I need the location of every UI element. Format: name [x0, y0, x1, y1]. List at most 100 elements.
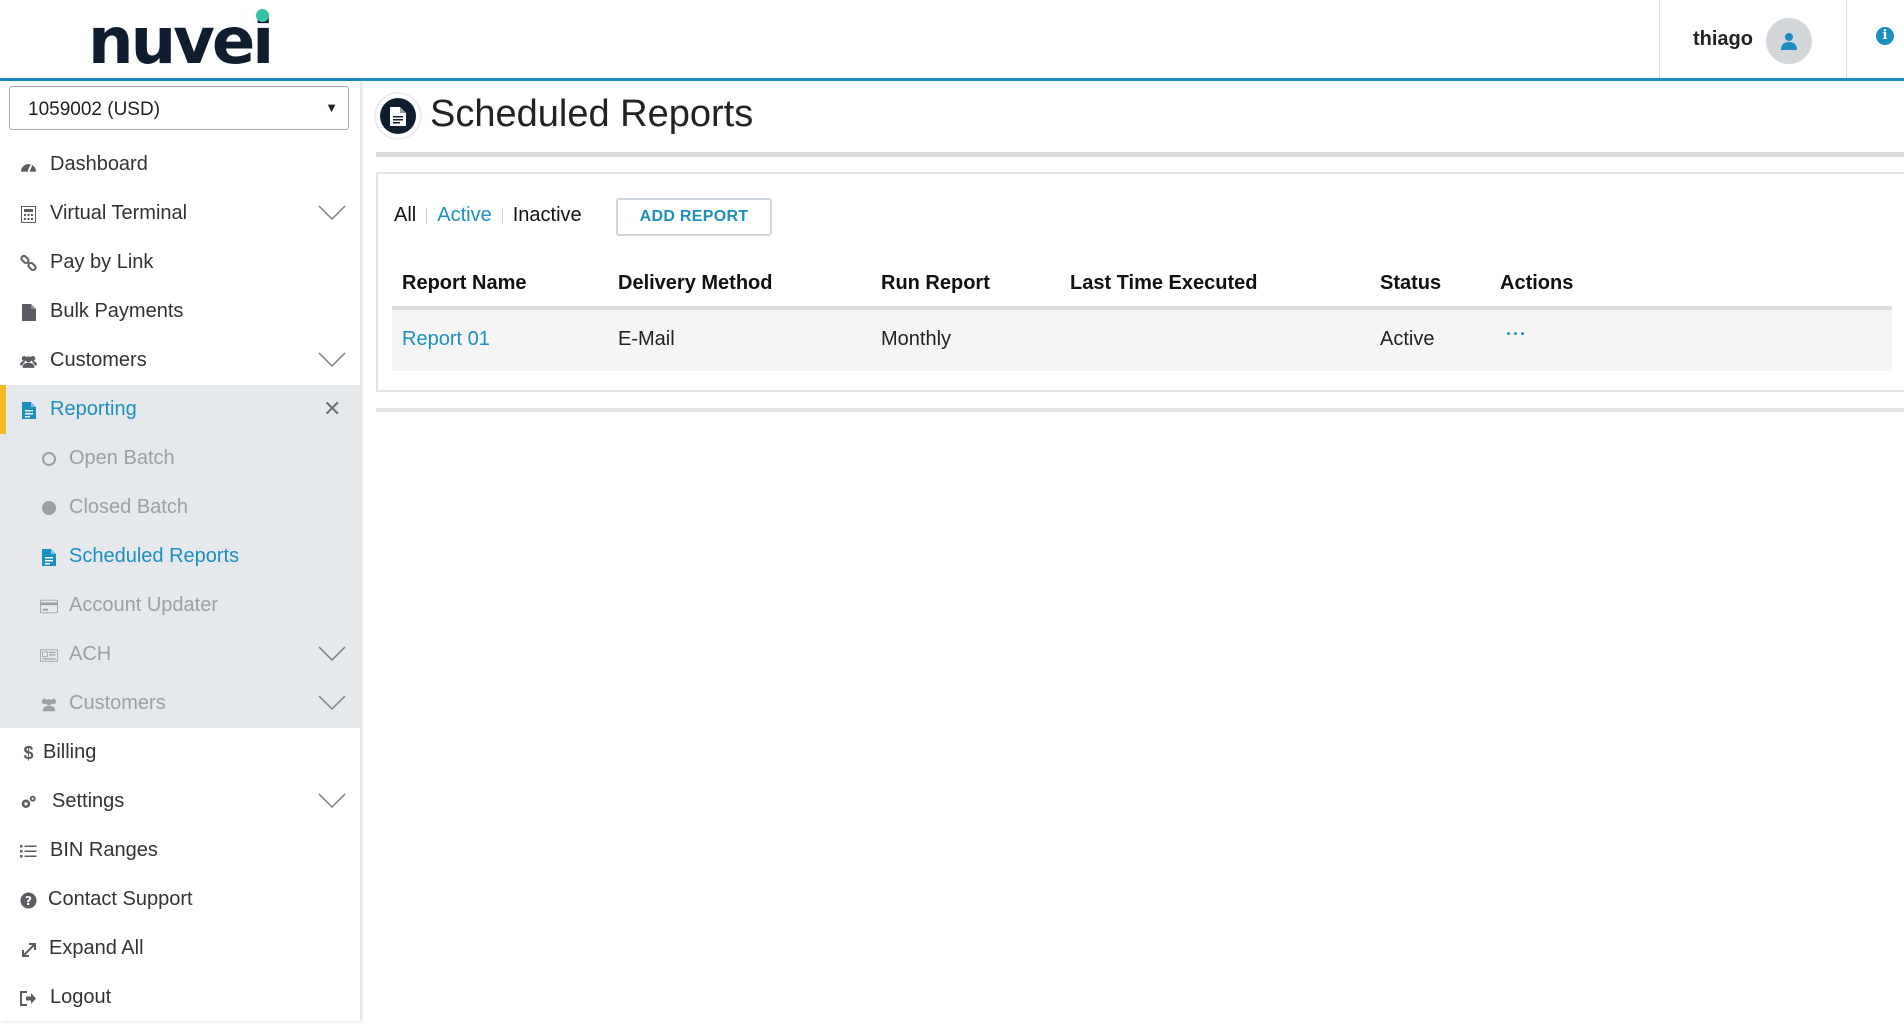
sidebar-item-virtual-terminal[interactable]: Virtual Terminal [0, 189, 360, 238]
account-select-value: 1059002 (USD) [28, 99, 161, 120]
report-name-link[interactable]: Report 01 [402, 328, 490, 351]
sidebar-item-label: BIN Ranges [50, 839, 158, 861]
link-icon [20, 255, 37, 272]
column-header[interactable]: Delivery Method [618, 272, 772, 295]
page-header: Scheduled Reports [376, 90, 1904, 158]
dashboard-icon [20, 157, 37, 174]
users-icon [20, 353, 37, 370]
chevron-down-icon[interactable] [318, 351, 346, 369]
account-select[interactable]: 1059002 (USD) ▼ [9, 86, 349, 130]
list-icon [20, 843, 37, 860]
sidebar-subitem-label: Customers [69, 692, 166, 714]
caret-down-icon: ▼ [325, 100, 338, 115]
run-report-cell: Monthly [881, 328, 952, 350]
dollar-icon: $ [23, 743, 34, 763]
sidebar-item-label: Billing [43, 741, 97, 763]
filter-all[interactable]: All [394, 204, 416, 227]
sidebar-item-pay-by-link[interactable]: Pay by Link [0, 238, 360, 287]
sidebar-nav: Dashboard Virtual Terminal Pay by Link B… [0, 140, 360, 1022]
sidebar-item-contact-support[interactable]: ? Contact Support [0, 875, 360, 924]
sidebar-item-label: Settings [52, 790, 125, 812]
report-icon [376, 94, 420, 138]
sidebar-item-label: Pay by Link [50, 251, 154, 273]
column-header[interactable]: Report Name [402, 272, 526, 295]
reporting-submenu: Open Batch Closed Batch Scheduled Report… [0, 434, 360, 728]
sidebar-item-label: Bulk Payments [50, 300, 184, 322]
chevron-down-icon[interactable] [318, 645, 346, 663]
sidebar-subitem-ach[interactable]: ACH [0, 630, 360, 679]
table-row: Report 01 E-Mail Monthly Active ··· [392, 310, 1892, 371]
sidebar-subitem-label: Open Batch [69, 447, 175, 469]
sidebar-item-label: Reporting [50, 398, 137, 420]
header-divider [376, 152, 1904, 157]
sidebar-item-label: Logout [50, 986, 112, 1008]
file-text-icon [40, 548, 58, 566]
more-actions-icon[interactable]: ··· [1506, 324, 1527, 345]
reports-table: Report Name Delivery Method Run Report L… [392, 262, 1892, 371]
sidebar-subitem-scheduled-reports[interactable]: Scheduled Reports [0, 532, 360, 581]
add-report-button[interactable]: ADD REPORT [616, 198, 772, 236]
status-cell: Active [1380, 328, 1435, 350]
column-header[interactable]: Status [1380, 272, 1441, 295]
column-header[interactable]: Run Report [881, 272, 990, 295]
top-bar: nuvei thiago i [0, 0, 1904, 81]
sidebar-item-label: Contact Support [48, 888, 193, 910]
sidebar-subitem-closed-batch[interactable]: Closed Batch [0, 483, 360, 532]
chevron-down-icon[interactable] [318, 694, 346, 712]
user-icon[interactable] [1766, 18, 1812, 64]
logout-icon [20, 990, 37, 1007]
sidebar-item-reporting[interactable]: Reporting ✕ [0, 385, 360, 434]
sidebar-subitem-label: ACH [69, 643, 112, 665]
username: thiago [1693, 27, 1753, 50]
svg-text:?: ? [25, 894, 32, 908]
sidebar-subitem-customers[interactable]: Customers [0, 679, 360, 728]
nuvei-logo[interactable]: nuvei [88, 4, 274, 79]
logo-text: nuvei [88, 5, 274, 79]
sidebar-item-label: Dashboard [50, 153, 148, 175]
sidebar-subitem-label: Scheduled Reports [69, 545, 240, 567]
status-filter: All Active Inactive [394, 204, 582, 227]
sidebar-item-dashboard[interactable]: Dashboard [0, 140, 360, 189]
sidebar-item-label: Customers [50, 349, 147, 371]
credit-card-icon [40, 597, 58, 615]
file-text-icon [20, 402, 37, 419]
sidebar-item-label: Expand All [49, 937, 144, 959]
sidebar-subitem-account-updater[interactable]: Account Updater [0, 581, 360, 630]
gears-icon [20, 794, 37, 811]
expand-icon [20, 941, 37, 958]
file-icon [20, 304, 37, 321]
sidebar-item-settings[interactable]: Settings [0, 777, 360, 826]
info-icon[interactable]: i [1876, 27, 1894, 45]
circle-filled-icon [40, 499, 58, 517]
sidebar-subitem-open-batch[interactable]: Open Batch [0, 434, 360, 483]
circle-outline-icon [40, 450, 58, 468]
chevron-down-icon[interactable] [318, 792, 346, 810]
sidebar-item-expand-all[interactable]: Expand All [0, 924, 360, 973]
users-icon [40, 695, 58, 713]
close-icon[interactable]: ✕ [323, 398, 341, 420]
chevron-down-icon[interactable] [318, 204, 346, 222]
sidebar-item-bulk-payments[interactable]: Bulk Payments [0, 287, 360, 336]
sidebar-subitem-label: Closed Batch [69, 496, 188, 518]
sidebar-item-label: Virtual Terminal [50, 202, 188, 224]
sidebar-item-billing[interactable]: $ Billing [0, 728, 360, 777]
active-indicator [0, 385, 6, 434]
sidebar-item-customers[interactable]: Customers [0, 336, 360, 385]
page-title: Scheduled Reports [430, 93, 754, 135]
ach-icon [40, 646, 58, 664]
filter-inactive[interactable]: Inactive [513, 204, 582, 227]
filter-divider [426, 207, 428, 224]
calculator-icon [20, 206, 37, 223]
column-header[interactable]: Last Time Executed [1070, 272, 1257, 295]
sidebar-subitem-label: Account Updater [69, 594, 218, 616]
user-menu[interactable]: thiago [1659, 0, 1847, 78]
reports-panel: All Active Inactive ADD REPORT Report Na… [376, 172, 1904, 392]
sidebar: 1059002 (USD) ▼ Dashboard Virtual Termin… [0, 81, 360, 1021]
filter-divider [501, 207, 503, 224]
column-header: Actions [1500, 272, 1574, 294]
delivery-method-cell: E-Mail [618, 328, 675, 350]
filter-active[interactable]: Active [437, 204, 491, 227]
sidebar-item-bin-ranges[interactable]: BIN Ranges [0, 826, 360, 875]
table-header: Report Name Delivery Method Run Report L… [392, 262, 1892, 310]
sidebar-item-logout[interactable]: Logout [0, 973, 360, 1022]
